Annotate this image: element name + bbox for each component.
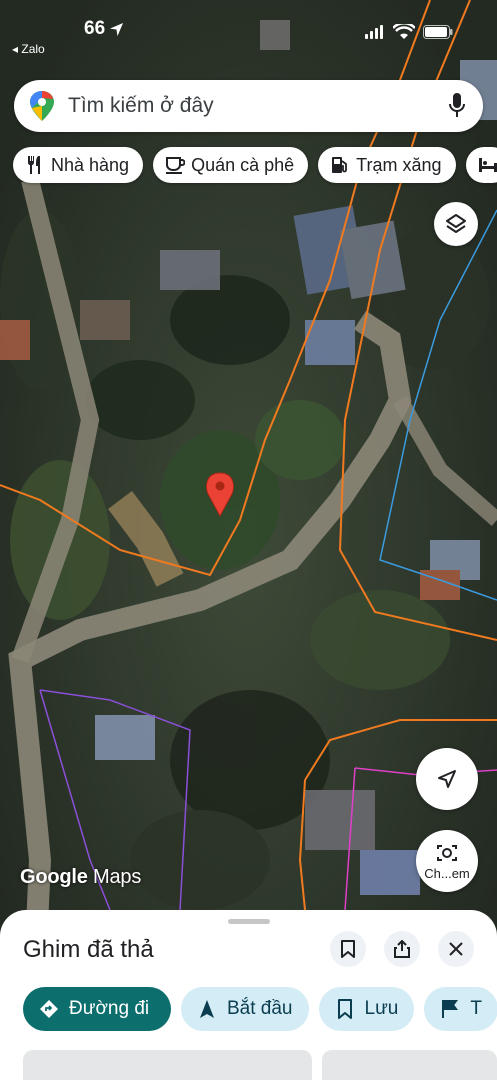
watermark-brand: Google	[20, 866, 88, 888]
chip-gas-station[interactable]: Trạm xăng	[318, 147, 456, 183]
status-time-text: 66	[84, 18, 106, 39]
layers-icon	[446, 214, 466, 233]
place-bottom-sheet[interactable]: Ghim đã thả Đường đi Bắt đầu Lưu T	[0, 910, 497, 1080]
share-button[interactable]	[384, 931, 420, 967]
save-icon-button[interactable]	[330, 931, 366, 967]
hotel-icon	[478, 158, 497, 172]
save-label: Lưu	[364, 998, 399, 1019]
navigation-arrow-icon	[200, 1000, 214, 1018]
navigation-arrow-icon	[438, 770, 456, 788]
chip-more[interactable]	[465, 147, 497, 183]
chip-coffee[interactable]: Quán cà phê	[153, 147, 309, 183]
start-button[interactable]: Bắt đầu	[181, 987, 309, 1031]
label-button[interactable]: T	[424, 987, 497, 1031]
chip-label: Quán cà phê	[191, 154, 295, 175]
close-icon	[449, 942, 463, 956]
status-icons	[365, 24, 453, 40]
bookmark-icon	[337, 999, 352, 1019]
status-time: 66	[84, 18, 124, 40]
chip-label: Trạm xăng	[356, 154, 442, 175]
gas-station-icon	[332, 157, 348, 173]
microphone-icon[interactable]	[449, 93, 465, 119]
flag-icon	[442, 1000, 459, 1018]
sheet-drag-handle[interactable]	[228, 919, 270, 924]
close-button[interactable]	[438, 931, 474, 967]
location-arrow-icon	[110, 22, 124, 36]
back-to-app-link[interactable]: ◂ Zalo	[12, 42, 45, 56]
wifi-icon	[393, 24, 415, 39]
lens-button[interactable]: Ch...em	[416, 830, 478, 892]
search-input[interactable]: Tìm kiếm ở đây	[68, 94, 449, 118]
camera-lens-icon	[437, 844, 457, 861]
chip-label: Nhà hàng	[51, 154, 130, 175]
directions-button[interactable]: Đường đi	[23, 987, 171, 1031]
start-label: Bắt đầu	[227, 998, 293, 1019]
restaurant-icon	[28, 156, 40, 174]
category-chips: Nhà hàng Quán cà phê Trạm xăng	[13, 147, 497, 183]
directions-icon	[40, 1000, 58, 1018]
photo-preview[interactable]	[23, 1050, 312, 1080]
label-text: T	[470, 998, 482, 1019]
directions-label: Đường đi	[69, 998, 150, 1019]
my-location-button[interactable]	[416, 748, 478, 810]
chip-restaurants[interactable]: Nhà hàng	[13, 147, 144, 183]
coffee-icon	[166, 157, 186, 174]
google-maps-watermark: Google Maps	[20, 866, 141, 889]
search-bar[interactable]: Tìm kiếm ở đây	[14, 80, 483, 132]
battery-icon	[423, 25, 453, 39]
google-maps-pin-icon	[30, 91, 54, 121]
lens-label: Ch...em	[424, 865, 470, 881]
save-button[interactable]: Lưu	[318, 987, 415, 1031]
photo-preview[interactable]	[322, 1050, 497, 1080]
share-icon	[394, 940, 410, 958]
action-buttons: Đường đi Bắt đầu Lưu T	[23, 987, 497, 1031]
bookmark-icon	[341, 940, 355, 958]
sheet-title: Ghim đã thả	[23, 936, 154, 963]
cellular-signal-icon	[365, 25, 383, 39]
layers-button[interactable]	[434, 202, 478, 246]
watermark-product: Maps	[93, 866, 142, 888]
